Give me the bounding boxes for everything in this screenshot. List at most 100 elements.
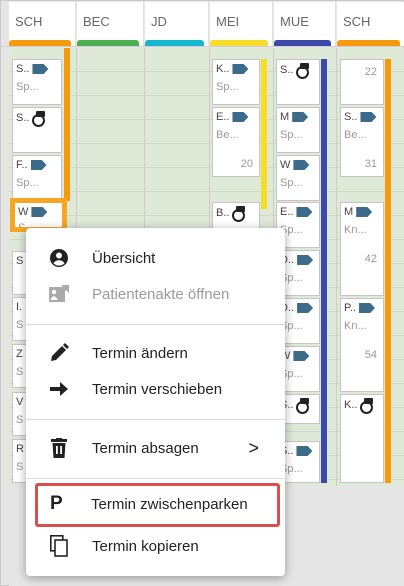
tag-icon — [356, 207, 373, 217]
chevron-right-icon: > — [248, 437, 259, 458]
appointment-card[interactable]: S.. Be... 31 — [340, 107, 384, 177]
column-header-label: SCH — [15, 14, 43, 29]
appointment-name: S.. — [16, 63, 30, 75]
column-status-bar — [321, 59, 327, 483]
account-circle-icon — [48, 247, 70, 269]
appointment-name: V — [16, 396, 24, 408]
tag-icon — [297, 255, 314, 265]
appointment-card[interactable]: K.. — [340, 394, 384, 483]
calendar-window: SCH BEC JD MEI MUE SCH S.. Sp... S.. F..… — [0, 0, 404, 586]
header-divider — [1, 46, 404, 47]
open-record-icon — [48, 283, 70, 305]
column-header-label: MUE — [280, 14, 309, 29]
clock-icon — [360, 398, 374, 414]
menu-item-park-appointment[interactable]: P Termin zwischenparken — [35, 483, 280, 527]
appointment-duration: 54 — [364, 349, 377, 361]
appointment-card[interactable]: 22 — [340, 59, 384, 105]
appointment-name: Z — [16, 348, 23, 360]
appointment-type: Sp... — [280, 129, 303, 141]
column-header-mue[interactable]: MUE — [274, 2, 336, 46]
appointment-type: Sp... — [280, 177, 303, 189]
column-header-sch-2[interactable]: SCH — [337, 2, 404, 46]
tag-icon — [293, 351, 310, 361]
menu-item-label: Termin zwischenparken — [91, 496, 248, 513]
appointment-card[interactable]: K.. Sp... — [212, 59, 260, 105]
appointment-card-selected[interactable]: W S — [10, 198, 67, 232]
menu-item-open-patient-record[interactable]: Patientenakte öffnen — [26, 276, 285, 312]
menu-item-copy-appointment[interactable]: Termin kopieren — [26, 528, 285, 564]
appointment-type: Be... — [344, 129, 367, 141]
appointment-name: K.. — [216, 63, 230, 75]
appointment-type: Sp... — [280, 463, 303, 475]
appointment-card[interactable]: E.. Be... 20 — [212, 107, 260, 177]
menu-item-label: Termin ändern — [92, 344, 188, 362]
menu-item-cancel-appointment[interactable]: Termin absagen > — [26, 430, 285, 466]
appointment-name: M — [344, 206, 354, 218]
tag-icon — [296, 446, 313, 456]
appointment-name: R — [16, 443, 24, 455]
appointment-name: S.. — [280, 64, 294, 76]
appointment-name: P.. — [344, 302, 357, 314]
arrow-right-icon — [48, 378, 70, 400]
menu-item-overview[interactable]: Übersicht — [26, 240, 285, 276]
menu-item-label: Übersicht — [92, 249, 156, 267]
tag-icon — [360, 112, 377, 122]
appointment-card[interactable]: S.. — [276, 59, 320, 105]
appointment-duration: 42 — [364, 253, 377, 265]
appointment-card[interactable]: F.. Sp... — [12, 155, 62, 201]
appointment-name: K.. — [344, 399, 358, 411]
appointment-type: Sp... — [280, 224, 303, 236]
tag-icon — [232, 112, 249, 122]
appointment-type: Sp... — [280, 320, 303, 332]
column-header-bec[interactable]: BEC — [77, 2, 144, 46]
column-header-sch[interactable]: SCH — [9, 2, 76, 46]
trash-icon — [48, 437, 70, 459]
menu-divider — [26, 324, 285, 325]
column-status-bar — [385, 59, 391, 483]
appointment-card[interactable]: W Sp... — [276, 155, 320, 201]
parking-icon: P — [50, 493, 63, 514]
appointment-name: W — [280, 159, 291, 171]
menu-item-edit-appointment[interactable]: Termin ändern — [26, 335, 285, 371]
appointment-type: Be... — [216, 129, 239, 141]
column-status-bar — [261, 59, 267, 209]
tag-icon — [297, 303, 314, 313]
column-header-label: JD — [151, 14, 167, 29]
appointment-duration: 31 — [364, 158, 377, 170]
appointment-name: W — [18, 206, 29, 218]
clock-icon — [296, 398, 310, 414]
appointment-card[interactable]: S.. Sp... — [12, 59, 62, 105]
appointment-name: S.. — [16, 112, 30, 124]
appointment-name: M — [280, 111, 290, 123]
column-status-bar — [64, 48, 70, 201]
appointment-type: Sp... — [16, 177, 39, 189]
tag-icon — [359, 303, 376, 313]
appointment-name: S.. — [344, 111, 358, 123]
appointment-name: E.. — [216, 111, 230, 123]
appointment-type: Sp... — [280, 368, 303, 380]
column-header-jd[interactable]: JD — [145, 2, 209, 46]
appointment-card[interactable]: M Sp... — [276, 107, 320, 153]
menu-item-label: Termin absagen — [92, 439, 199, 457]
menu-item-move-appointment[interactable]: Termin verschieben — [26, 371, 285, 407]
tag-icon — [31, 207, 48, 217]
appointment-name: S — [16, 255, 24, 267]
tag-icon — [232, 64, 249, 74]
appointment-card[interactable]: P.. Kn... 54 — [340, 298, 384, 392]
appointment-name: F.. — [16, 159, 28, 171]
clock-icon — [32, 111, 46, 127]
appointment-card[interactable]: S.. — [12, 107, 62, 153]
appointment-name: E.. — [280, 206, 294, 218]
appointment-duration: 22 — [364, 66, 377, 78]
appointment-type: Sp... — [280, 272, 303, 284]
clock-icon — [296, 63, 310, 79]
pencil-icon — [48, 342, 70, 364]
column-header-label: BEC — [83, 14, 110, 29]
tag-icon — [292, 112, 309, 122]
column-header-mei[interactable]: MEI — [210, 2, 273, 46]
appointment-card[interactable]: M Kn... 42 — [340, 202, 384, 296]
tag-icon — [30, 160, 47, 170]
appointment-type: Kn... — [344, 320, 367, 332]
column-header-label: SCH — [343, 14, 371, 29]
menu-divider — [26, 478, 285, 479]
